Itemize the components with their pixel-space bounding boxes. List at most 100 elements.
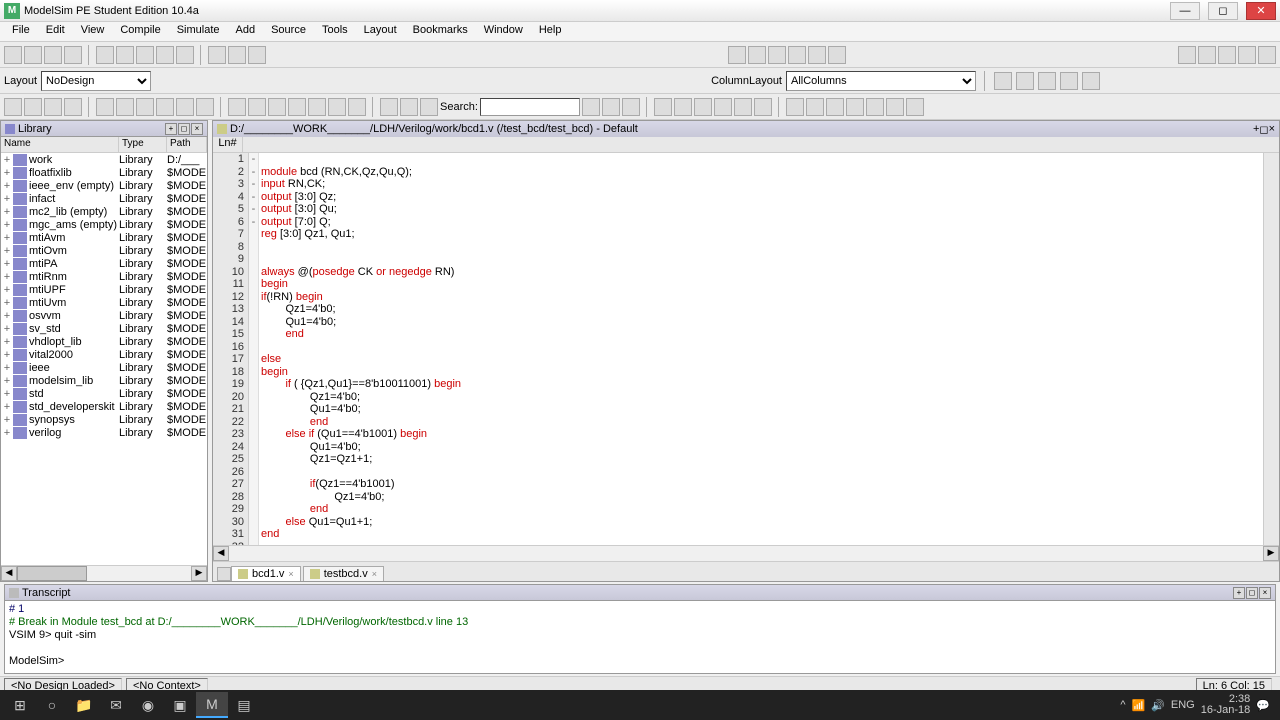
x4-icon[interactable]	[64, 98, 82, 116]
library-row[interactable]: +mgc_ams (empty)Library$MODEL	[1, 218, 207, 231]
undo-icon[interactable]	[156, 46, 174, 64]
menu-tools[interactable]: Tools	[314, 22, 356, 41]
tray-vol-icon[interactable]: 🔊	[1151, 699, 1165, 712]
tool-d-icon[interactable]	[788, 46, 806, 64]
tool-b-icon[interactable]	[748, 46, 766, 64]
new-icon[interactable]	[4, 46, 22, 64]
expand-icon[interactable]: +	[1, 258, 13, 270]
tool-all-icon[interactable]	[808, 46, 826, 64]
library-row[interactable]: +mtiPALibrary$MODEL	[1, 257, 207, 270]
break-icon[interactable]	[248, 46, 266, 64]
bp1-icon[interactable]	[380, 98, 398, 116]
step-icon[interactable]	[116, 98, 134, 116]
expand-icon[interactable]: +	[1, 180, 13, 192]
library-tree[interactable]: +workLibraryD:/___+floatfixlibLibrary$MO…	[1, 153, 207, 565]
expand-icon[interactable]: +	[1, 193, 13, 205]
library-row[interactable]: +mtiOvmLibrary$MODEL	[1, 244, 207, 257]
zoom-b-icon[interactable]	[754, 98, 772, 116]
x3-icon[interactable]	[44, 98, 62, 116]
editor-close-icon[interactable]: ×	[1269, 123, 1275, 135]
view3-icon[interactable]	[826, 98, 844, 116]
panel-pin-icon[interactable]: +	[165, 123, 177, 135]
expand-icon[interactable]: +	[1, 206, 13, 218]
scroll-left-icon[interactable]: ◀	[1, 566, 17, 581]
expand-icon[interactable]: +	[1, 336, 13, 348]
search-dropdown-icon[interactable]	[582, 98, 600, 116]
expand-icon[interactable]: +	[1, 375, 13, 387]
tray-clock[interactable]: 2:38 16-Jan-18	[1201, 694, 1251, 716]
expand-icon[interactable]: +	[1, 167, 13, 179]
wave-b-icon[interactable]	[1198, 46, 1216, 64]
expand-icon[interactable]: +	[1, 388, 13, 400]
tab-nav-icon[interactable]	[217, 567, 231, 581]
tab-close-icon[interactable]: ×	[288, 569, 293, 579]
close-button[interactable]: ✕	[1246, 2, 1276, 20]
library-row[interactable]: +vital2000Library$MODEL	[1, 348, 207, 361]
save-icon[interactable]	[44, 46, 62, 64]
col-name[interactable]: Name	[1, 137, 119, 152]
explorer-icon[interactable]: 📁	[68, 692, 100, 718]
ed-scroll-left-icon[interactable]: ◀	[213, 546, 229, 561]
panel-max-icon[interactable]: ◻	[178, 123, 190, 135]
library-row[interactable]: +mtiAvmLibrary$MODEL	[1, 231, 207, 244]
view5-icon[interactable]	[866, 98, 884, 116]
expand-icon[interactable]: +	[1, 219, 13, 231]
library-row[interactable]: +mtiUPFLibrary$MODEL	[1, 283, 207, 296]
library-row[interactable]: +modelsim_libLibrary$MODEL	[1, 374, 207, 387]
modelsim-task-icon[interactable]: M	[196, 692, 228, 718]
menu-compile[interactable]: Compile	[112, 22, 168, 41]
library-hscroll[interactable]: ◀ ▶	[1, 565, 207, 581]
menu-edit[interactable]: Edit	[38, 22, 73, 41]
tr-max-icon[interactable]: ◻	[1246, 587, 1258, 599]
zoom-a-icon[interactable]	[734, 98, 752, 116]
nav6-icon[interactable]	[328, 98, 346, 116]
tool-e-icon[interactable]	[828, 46, 846, 64]
library-row[interactable]: +std_developerskitLibrary$MODEL	[1, 400, 207, 413]
ed-scroll-right-icon[interactable]: ▶	[1263, 546, 1279, 561]
copy-icon[interactable]	[116, 46, 134, 64]
x2-icon[interactable]	[24, 98, 42, 116]
maximize-button[interactable]: ◻	[1208, 2, 1238, 20]
bp3-icon[interactable]	[420, 98, 438, 116]
expand-icon[interactable]: +	[1, 362, 13, 374]
wave-e-icon[interactable]	[1258, 46, 1276, 64]
expand-icon[interactable]: +	[1, 323, 13, 335]
search-input[interactable]	[480, 98, 580, 116]
library-row[interactable]: +mc2_lib (empty)Library$MODEL	[1, 205, 207, 218]
menu-source[interactable]: Source	[263, 22, 314, 41]
menu-add[interactable]: Add	[228, 22, 264, 41]
editor-hscroll[interactable]: ◀ ▶	[213, 545, 1279, 561]
library-row[interactable]: +infactLibrary$MODEL	[1, 192, 207, 205]
col-d-icon[interactable]	[1060, 72, 1078, 90]
tool-a-icon[interactable]	[728, 46, 746, 64]
layout-select[interactable]: NoDesign	[41, 71, 151, 91]
library-row[interactable]: +ieeeLibrary$MODEL	[1, 361, 207, 374]
tray-up-icon[interactable]: ^	[1120, 699, 1125, 711]
expand-icon[interactable]: +	[1, 297, 13, 309]
minimize-button[interactable]: —	[1170, 2, 1200, 20]
menu-bookmarks[interactable]: Bookmarks	[405, 22, 476, 41]
library-row[interactable]: +floatfixlibLibrary$MODEL	[1, 166, 207, 179]
step4-icon[interactable]	[176, 98, 194, 116]
expand-icon[interactable]: +	[1, 310, 13, 322]
library-row[interactable]: +mtiUvmLibrary$MODEL	[1, 296, 207, 309]
menu-view[interactable]: View	[73, 22, 113, 41]
library-row[interactable]: +stdLibrary$MODEL	[1, 387, 207, 400]
library-row[interactable]: +workLibraryD:/___	[1, 153, 207, 166]
nav3-icon[interactable]	[268, 98, 286, 116]
redo-icon[interactable]	[176, 46, 194, 64]
wave-a-icon[interactable]	[1178, 46, 1196, 64]
menu-simulate[interactable]: Simulate	[169, 22, 228, 41]
expand-icon[interactable]: +	[1, 349, 13, 361]
expand-icon[interactable]: +	[1, 154, 13, 166]
library-row[interactable]: +mtiRnmLibrary$MODEL	[1, 270, 207, 283]
library-row[interactable]: +osvvmLibrary$MODEL	[1, 309, 207, 322]
col-e-icon[interactable]	[1082, 72, 1100, 90]
tray-notif-icon[interactable]: 💬	[1256, 699, 1270, 712]
view6-icon[interactable]	[886, 98, 904, 116]
library-row[interactable]: +synopsysLibrary$MODEL	[1, 413, 207, 426]
app2-icon[interactable]: ▤	[228, 692, 260, 718]
expand-icon[interactable]: +	[1, 401, 13, 413]
tab-testbcd-v[interactable]: testbcd.v×	[303, 566, 384, 581]
nav1-icon[interactable]	[228, 98, 246, 116]
